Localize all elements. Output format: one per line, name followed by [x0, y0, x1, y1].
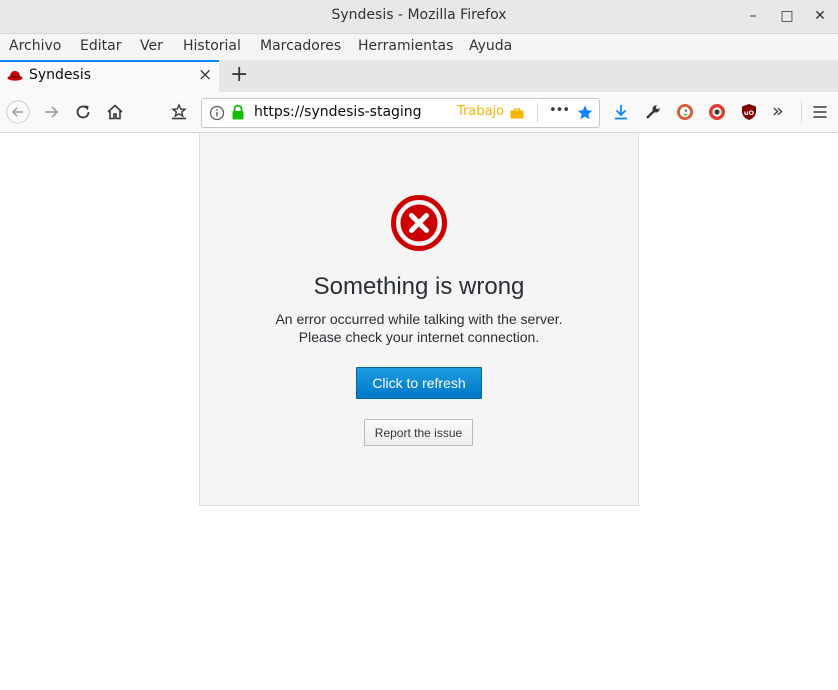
menu-ver[interactable]: Ver	[140, 38, 163, 54]
secure-lock-icon[interactable]	[230, 104, 246, 121]
error-circle-icon	[391, 195, 447, 251]
reload-icon	[76, 105, 90, 119]
privacy-extension-button[interactable]	[705, 92, 729, 132]
forward-button[interactable]	[39, 92, 63, 132]
privacy-badger-icon	[709, 104, 725, 120]
maximize-button[interactable]: □	[777, 6, 797, 26]
hamburger-menu-icon	[813, 106, 827, 118]
overflow-menu-button[interactable]: »	[772, 100, 784, 122]
duckduckgo-extension-button[interactable]	[673, 92, 697, 132]
menu-archivo[interactable]: Archivo	[9, 38, 61, 54]
developer-tools-button[interactable]	[641, 92, 665, 132]
download-arrow-icon	[615, 105, 627, 120]
tab-title: Syndesis	[29, 67, 92, 83]
svg-text:uO: uO	[744, 109, 755, 117]
url-separator	[537, 103, 538, 123]
menubar: Archivo Editar Ver Historial Marcadores …	[0, 34, 838, 60]
menu-ayuda[interactable]: Ayuda	[469, 38, 512, 54]
library-bookmarks-button[interactable]	[167, 92, 191, 132]
window-titlebar: Syndesis - Mozilla Firefox – □ ✕	[0, 0, 838, 34]
refresh-button[interactable]: Click to refresh	[356, 367, 482, 399]
url-text[interactable]: https://syndesis-staging.b	[254, 104, 422, 120]
menu-herramientas[interactable]: Herramientas	[358, 38, 453, 54]
duckduckgo-icon	[677, 104, 693, 120]
home-icon	[107, 104, 123, 120]
close-window-button[interactable]: ✕	[810, 6, 830, 26]
back-arrow-icon	[6, 100, 30, 124]
menu-historial[interactable]: Historial	[183, 38, 241, 54]
hamburger-menu-button[interactable]	[808, 92, 832, 132]
url-bar[interactable]: https://syndesis-staging.b Trabajo •••	[201, 98, 600, 128]
tab-active-indicator	[0, 60, 219, 62]
error-message-line-1: An error occurred while talking with the…	[275, 311, 563, 327]
error-message-line-2: Please check your internet connection.	[298, 329, 540, 345]
minimize-button[interactable]: –	[743, 6, 763, 26]
redhat-favicon-icon	[7, 71, 23, 81]
tab-strip: Syndesis × +	[0, 60, 838, 92]
menu-marcadores[interactable]: Marcadores	[260, 38, 341, 54]
reload-button[interactable]	[71, 92, 95, 132]
error-panel: Something is wrong An error occurred whi…	[199, 133, 639, 506]
ublock-shield-icon: uO	[742, 104, 756, 120]
toolbar-separator	[801, 101, 802, 123]
bookmark-star-icon[interactable]	[576, 104, 594, 122]
navigation-toolbar: https://syndesis-staging.b Trabajo •••	[0, 92, 838, 133]
downloads-button[interactable]	[609, 92, 633, 132]
home-button[interactable]	[103, 92, 127, 132]
wrench-icon	[646, 105, 660, 119]
window-title: Syndesis - Mozilla Firefox	[331, 7, 507, 23]
tab-syndesis[interactable]: Syndesis ×	[0, 60, 219, 92]
error-headline: Something is wrong	[313, 273, 525, 300]
report-issue-button[interactable]: Report the issue	[364, 419, 473, 446]
url-main: https://syndesis-staging.	[254, 104, 422, 120]
site-info-icon[interactable]	[209, 105, 225, 121]
menu-editar[interactable]: Editar	[80, 38, 121, 54]
page-actions-menu-button[interactable]: •••	[549, 103, 570, 118]
forward-arrow-icon	[45, 106, 59, 118]
tab-close-icon[interactable]: ×	[198, 65, 212, 85]
new-tab-button[interactable]: +	[230, 62, 248, 87]
ublock-origin-button[interactable]: uO	[737, 92, 761, 132]
container-label[interactable]: Trabajo	[457, 104, 504, 119]
briefcase-icon	[510, 108, 524, 119]
bookmark-tray-icon	[171, 103, 187, 120]
back-button[interactable]	[6, 92, 30, 132]
